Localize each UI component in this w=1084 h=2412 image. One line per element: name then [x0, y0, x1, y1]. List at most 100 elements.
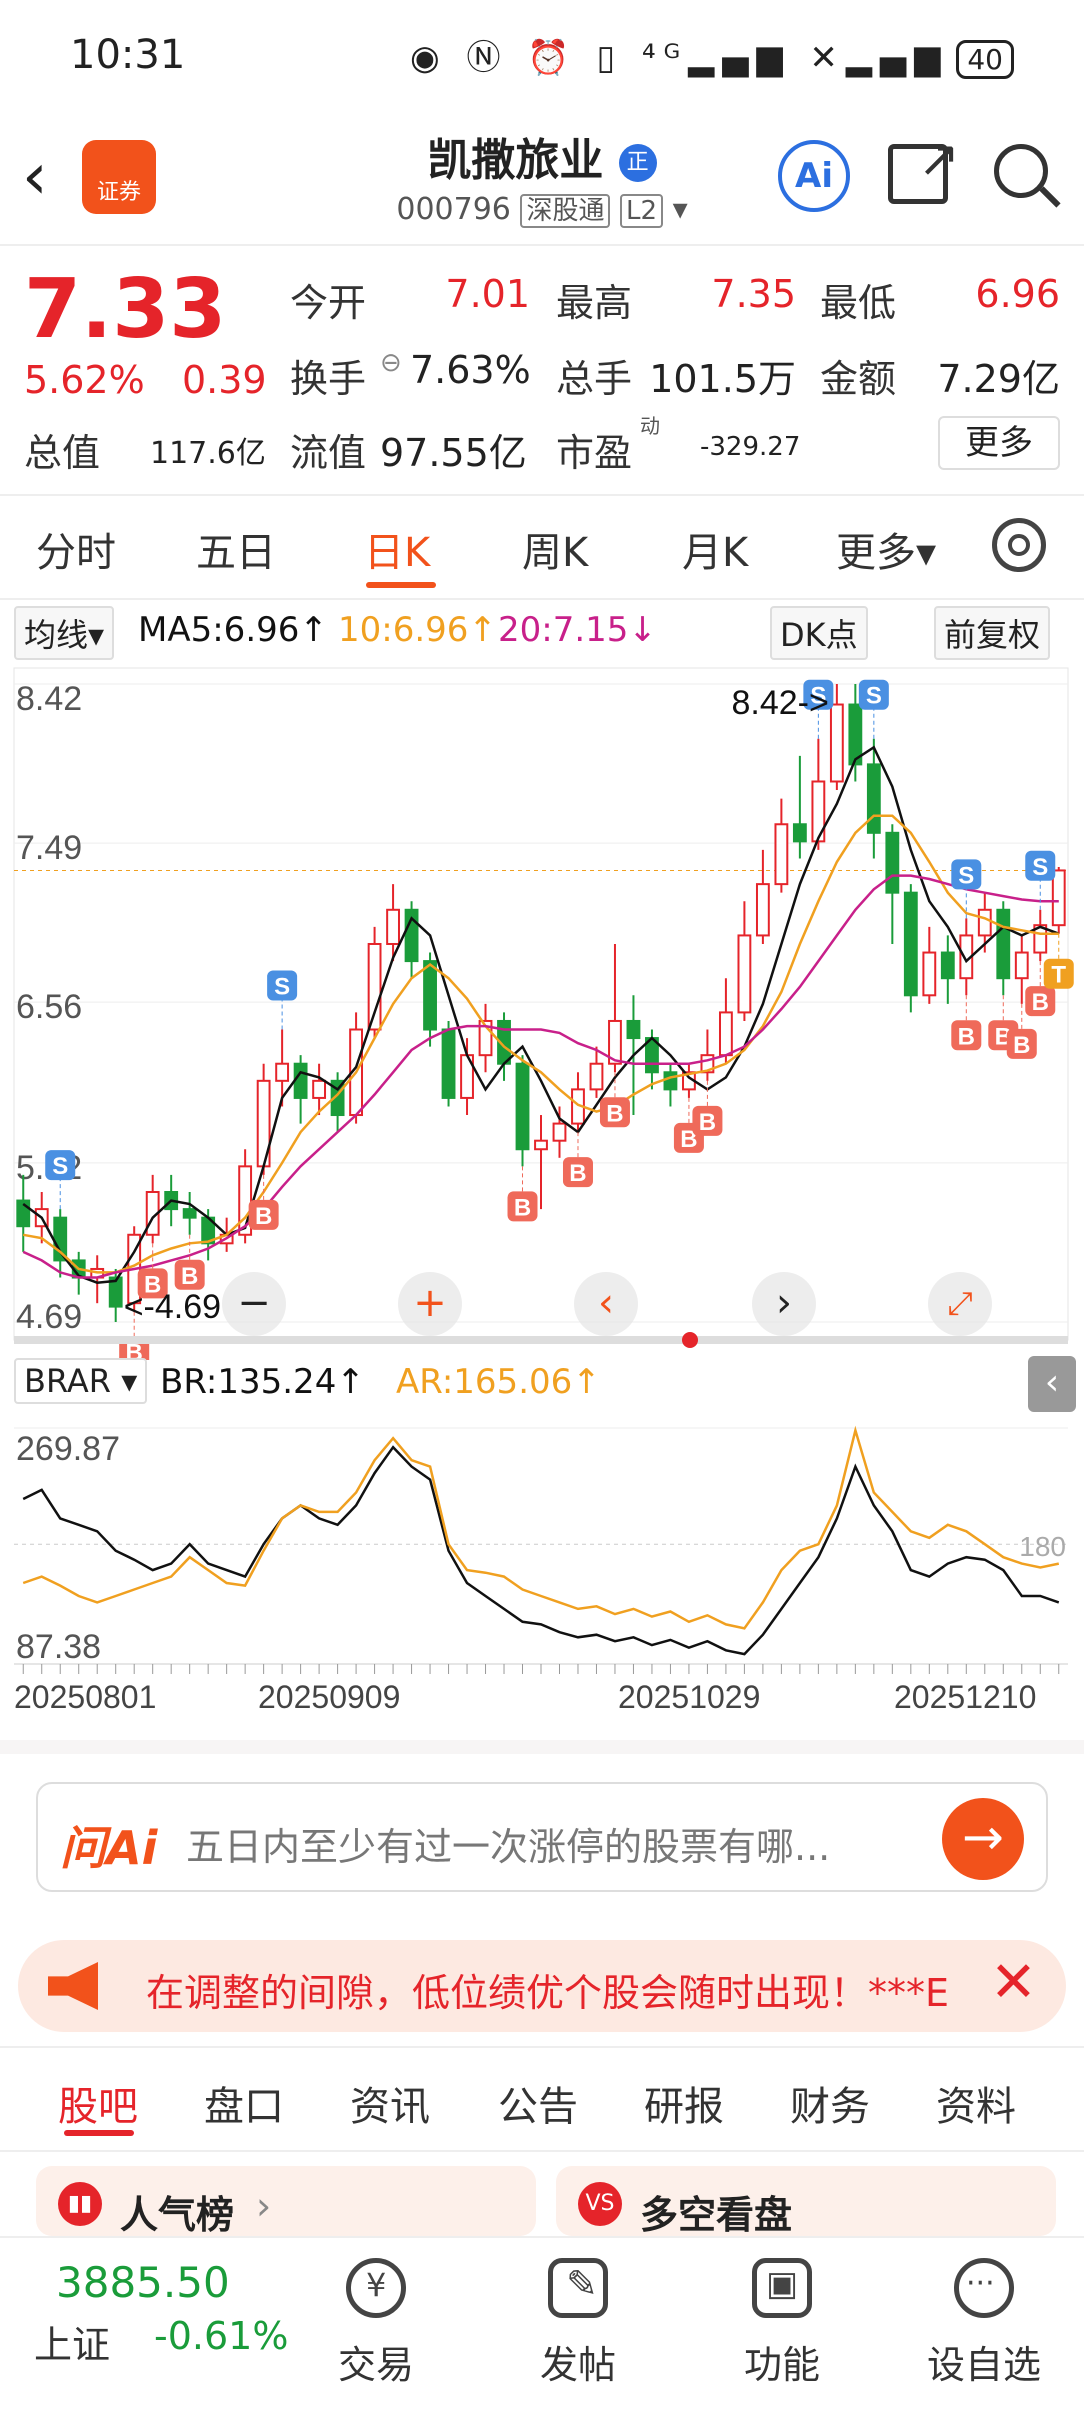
- tab-monthly-k[interactable]: 月K: [682, 520, 748, 578]
- divider: [0, 598, 1084, 600]
- tab-weekly-k[interactable]: 周K: [522, 520, 588, 578]
- kline-chart[interactable]: 8.427.496.565.624.69SBBBSBBBBBBSSSBBBBST…: [0, 660, 1084, 1360]
- divider: [0, 2046, 1084, 2048]
- candle-body: [552, 1122, 567, 1142]
- dk-selector[interactable]: DK点: [770, 606, 868, 660]
- candle-body: [977, 908, 992, 937]
- zoom-in-button[interactable]: +: [398, 1272, 462, 1336]
- pe-value: -329.27: [700, 432, 801, 462]
- candle-body: [534, 1139, 548, 1151]
- reference-label: 180: [1019, 1531, 1066, 1562]
- x-tick-label: 20250801: [14, 1679, 156, 1715]
- dropdown-icon[interactable]: ▾: [673, 192, 688, 227]
- pe-superscript: 动: [640, 414, 660, 438]
- index-value[interactable]: 3885.50: [56, 2258, 230, 2307]
- amount-label: 金额: [820, 357, 897, 401]
- candle-body: [922, 951, 937, 997]
- br-line: [22, 1445, 1060, 1656]
- tab-daily-k[interactable]: 日K: [364, 520, 430, 578]
- ai-submit-button[interactable]: →: [942, 1798, 1024, 1880]
- card-title-bull-bear: 多空看盘: [640, 2193, 793, 2237]
- divider: [0, 494, 1084, 496]
- candle-body: [755, 883, 770, 937]
- signal-label: B: [699, 1109, 716, 1136]
- candle-body: [829, 703, 844, 783]
- ai-question-bar[interactable]: 问Ai 五日内至少有过一次涨停的股票有哪... →: [36, 1782, 1048, 1892]
- tab-financials[interactable]: 财务: [790, 2074, 870, 2132]
- candle-body: [182, 1208, 197, 1219]
- y-tick-label: 7.49: [16, 829, 82, 867]
- candle-body: [737, 934, 752, 1014]
- ma10-label: 10:6.96↑: [338, 610, 497, 650]
- gear-inner-icon: [1008, 534, 1030, 556]
- float-value: 97.55亿: [380, 431, 527, 475]
- tab-more[interactable]: 更多▾: [836, 520, 936, 578]
- pe-label: 市盈: [556, 431, 633, 475]
- tab-profile[interactable]: 资料: [936, 2074, 1016, 2132]
- tab-intraday[interactable]: 分时: [36, 520, 116, 578]
- bull-bear-card[interactable]: VS 多空看盘: [556, 2166, 1056, 2237]
- status-time: 10:31: [70, 32, 186, 78]
- scroll-left-button[interactable]: ‹: [574, 1272, 638, 1336]
- candle-body: [866, 763, 881, 834]
- signal-label: S: [274, 974, 290, 1001]
- banner-text[interactable]: 在调整的间隙，低位绩优个股会随时出现！***E: [146, 1962, 966, 2017]
- signal-label: S: [1032, 854, 1048, 881]
- promo-banner[interactable]: 在调整的间隙，低位绩优个股会随时出现！***E ✕: [18, 1940, 1066, 2032]
- signal-label: S: [52, 1153, 68, 1180]
- functions-button[interactable]: 功能: [712, 2334, 852, 2389]
- signal-label: B: [958, 1023, 975, 1050]
- tab-underline: [366, 582, 436, 588]
- tab-forum[interactable]: 股吧: [58, 2074, 138, 2132]
- candle-body: [663, 1071, 678, 1091]
- battery-icon: 40: [956, 40, 1014, 79]
- pen-icon: ✎: [566, 2262, 598, 2306]
- ai-placeholder[interactable]: 五日内至少有过一次涨停的股票有哪...: [186, 1816, 830, 1871]
- stock-badge: 正: [618, 144, 657, 182]
- tab-orderbook[interactable]: 盘口: [204, 2074, 284, 2132]
- ma-selector[interactable]: 均线▾: [14, 606, 115, 660]
- candle-body: [275, 1062, 290, 1082]
- y-tick-label: 4.69: [16, 1298, 82, 1336]
- tab-five-day[interactable]: 五日: [196, 520, 276, 578]
- adjust-selector[interactable]: 前复权: [934, 606, 1051, 660]
- trade-button[interactable]: 交易: [306, 2334, 446, 2389]
- candle-body: [293, 1062, 308, 1099]
- float-label: 流值: [290, 431, 367, 475]
- bottom-bar: 3885.50 上证 -0.61% ¥ 交易 ✎ 发帖 ▣ 功能 ··· 设自选: [0, 2236, 1084, 2412]
- low-value: 6.96: [975, 272, 1060, 316]
- candle-body: [996, 908, 1011, 980]
- candle-body: [1014, 951, 1029, 980]
- signal-label: B: [606, 1100, 623, 1127]
- post-button[interactable]: 发帖: [508, 2334, 648, 2389]
- tab-research[interactable]: 研报: [644, 2074, 724, 2132]
- tab-announcements[interactable]: 公告: [498, 2074, 578, 2132]
- more-button[interactable]: 更多: [938, 416, 1060, 470]
- status-icons-glyphs: ◉ Ⓝ ⏰ ▯ ⁴ᴳ▂▄▆ ✕▂▄▆: [410, 38, 949, 78]
- high-annotation: 8.42->: [732, 684, 829, 722]
- info-icon[interactable]: ⊖: [380, 348, 402, 378]
- zoom-out-button[interactable]: −: [222, 1272, 286, 1336]
- close-icon[interactable]: ✕: [990, 1950, 1037, 2015]
- megaphone-icon: [48, 1962, 98, 2010]
- candle-body: [312, 1079, 327, 1099]
- level-tag: L2: [620, 194, 664, 228]
- brar-chart[interactable]: 180 269.87 87.38 20250801 20250909 20251029 20…: [0, 1404, 1084, 1734]
- scroll-right-button[interactable]: ›: [752, 1272, 816, 1336]
- y-tick-label: 269.87: [16, 1430, 120, 1468]
- index-change: -0.61%: [154, 2314, 289, 2358]
- stock-header: ‹ 证券 凯撒旅业 正 000796 深股通 L2 ▾ Ai ↗: [0, 110, 1084, 245]
- signal-label: S: [866, 683, 882, 710]
- signal-label: T: [1051, 962, 1066, 989]
- ai-button[interactable]: Ai: [778, 140, 850, 212]
- popularity-card[interactable]: ▮▮ 人气榜 ›: [36, 2166, 536, 2237]
- signal-label: B: [181, 1263, 198, 1290]
- tab-news[interactable]: 资讯: [350, 2074, 430, 2132]
- x-tick-label: 20251029: [618, 1679, 760, 1715]
- add-watchlist-button[interactable]: 设自选: [914, 2334, 1054, 2389]
- fullscreen-icon[interactable]: ⤢: [928, 1272, 992, 1336]
- indicator-selector[interactable]: BRAR ▾: [14, 1358, 148, 1404]
- subtab-underline: [64, 2130, 134, 2136]
- candle-body: [792, 823, 807, 843]
- candle-body: [515, 1062, 530, 1151]
